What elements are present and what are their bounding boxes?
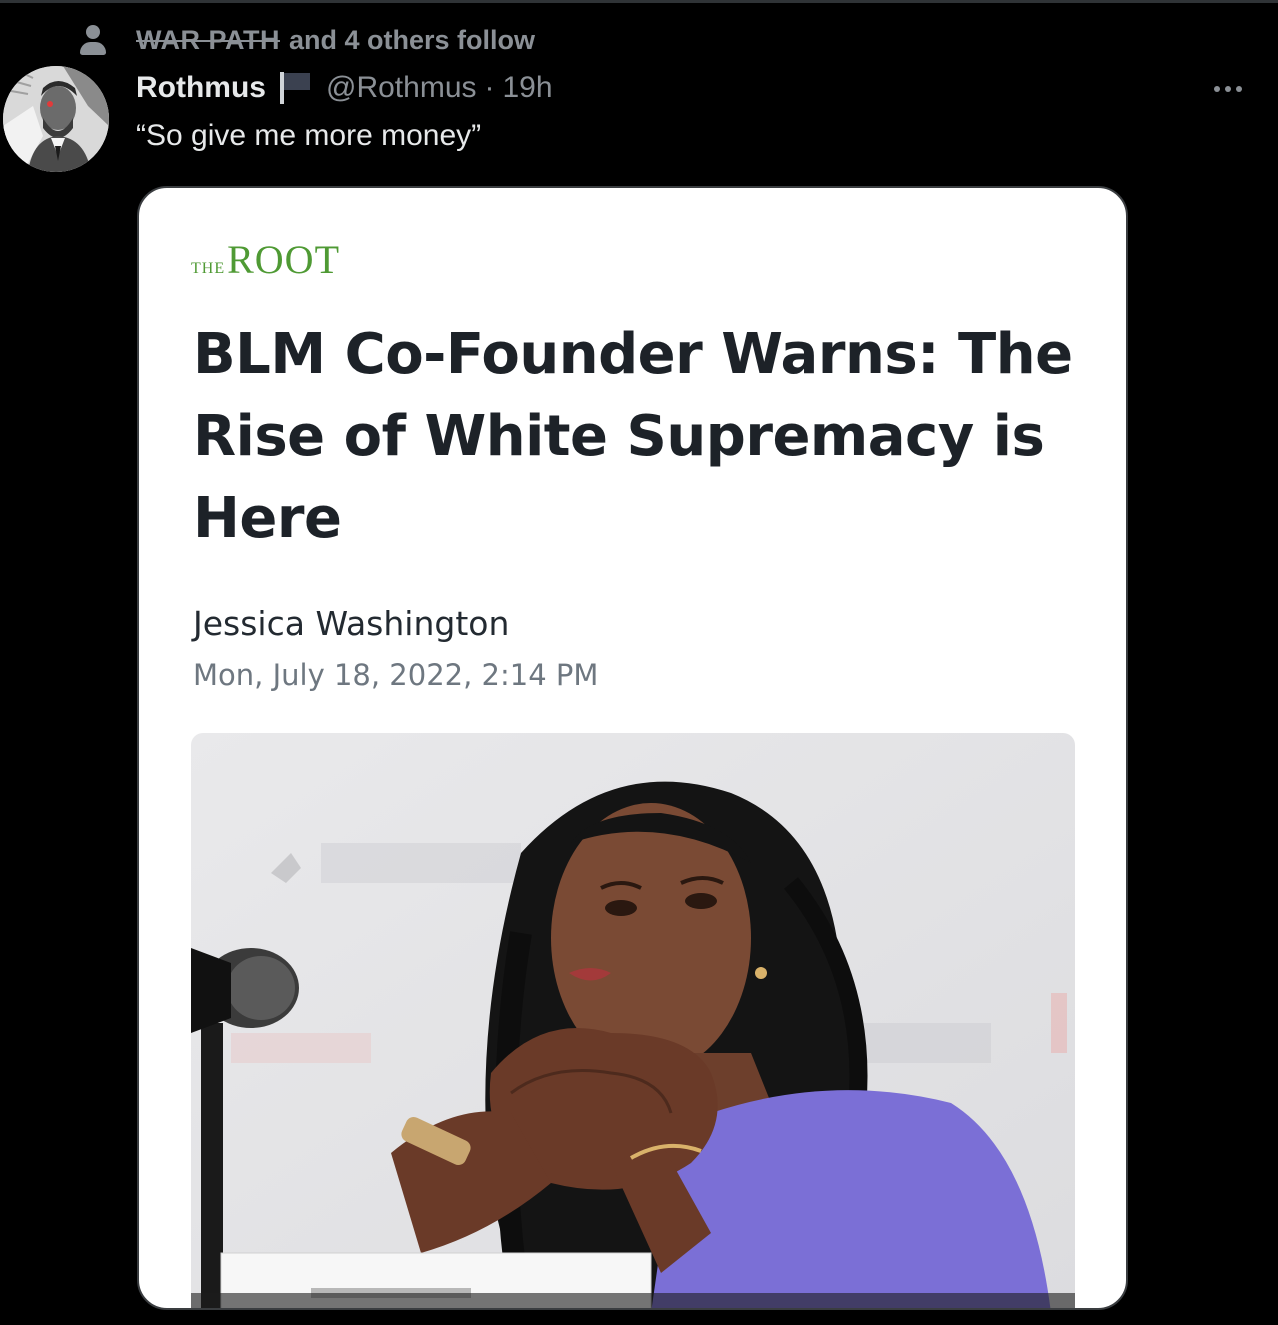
publisher-logo: THE ROOT xyxy=(191,236,340,283)
article-headline: BLM Co-Founder Warns: The Rise of White … xyxy=(193,322,1073,551)
tweet-media-image[interactable]: THE ROOT BLM Co-Founder Warns: The Rise … xyxy=(137,186,1128,1310)
social-context-suffix: and 4 others follow xyxy=(288,24,536,55)
person-icon xyxy=(78,23,108,57)
tweet-text: “So give me more money” xyxy=(136,119,482,152)
tweet-header: Rothmus @Rothmus · 19h xyxy=(136,68,553,108)
article-photo xyxy=(191,733,1075,1308)
publisher-name: ROOT xyxy=(227,237,340,282)
timestamp[interactable]: 19h xyxy=(503,71,553,105)
article-author: Jessica Washington xyxy=(193,604,510,643)
social-context[interactable]: WAR PATH and 4 others follow xyxy=(78,22,535,58)
avatar[interactable] xyxy=(3,66,109,172)
display-name[interactable]: Rothmus xyxy=(136,71,266,105)
separator: · xyxy=(484,71,495,104)
publisher-prefix: THE xyxy=(191,260,226,277)
tweet[interactable]: WAR PATH and 4 others follow Rothmus @Ro… xyxy=(0,0,1278,1325)
social-context-follower-name[interactable]: WAR PATH xyxy=(136,25,280,56)
flag-icon xyxy=(278,70,312,106)
more-options-icon[interactable] xyxy=(1206,74,1250,104)
user-handle[interactable]: @Rothmus xyxy=(326,71,477,105)
article-date: Mon, July 18, 2022, 2:14 PM xyxy=(193,658,599,692)
